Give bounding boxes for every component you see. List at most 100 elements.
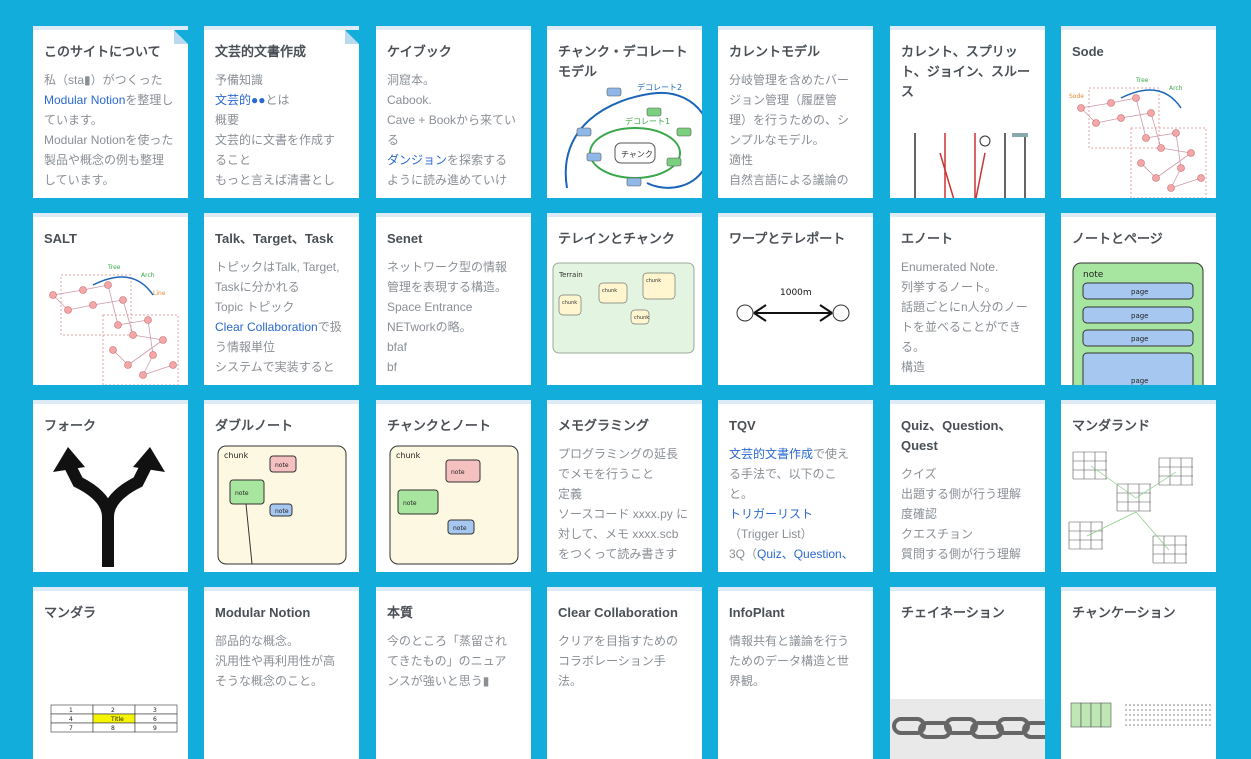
chunk-column (1100, 702, 1112, 728)
wiki-link[interactable]: 文芸的●● (215, 93, 266, 107)
excerpt-line: ンスが強いと思う▮ (387, 671, 521, 691)
excerpt-line: ダンジョンを探索する (387, 150, 521, 170)
note-card[interactable]: Quiz、Question、Quest クイズ 出題する側が行う理解 度確認 クエスチョ… (890, 400, 1045, 572)
excerpt-line: 私（sta▮）がつくった (44, 70, 178, 90)
note-card[interactable]: カレント、スプリット、ジョイン、スルース (890, 26, 1045, 198)
deco-node (646, 107, 662, 117)
wiki-link[interactable]: ダンジョン (387, 153, 447, 167)
note-card[interactable]: TQV 文芸的文書作成で使え る手法で、以下のこ と。 トリガーリスト （Trigger … (718, 400, 873, 572)
page-label: page (1131, 288, 1148, 296)
excerpt-line: Topic トピック (215, 297, 349, 317)
join-circle (979, 135, 991, 147)
excerpt-line: てきたもの」のニュア (387, 651, 521, 671)
note-card[interactable]: Clear Collaboration クリアを目指すための コラボレーション手 法。 (547, 587, 702, 759)
excerpt-text: る。 (901, 340, 926, 354)
card-title: InfoPlant (729, 605, 785, 620)
wiki-link[interactable]: Quiz、Question、 (757, 547, 854, 561)
excerpt-text: 概要 (215, 113, 240, 127)
note-card[interactable]: Talk、Target、Task トピックはTalk, Target, Taskに分… (204, 213, 359, 385)
excerpt-line: 文芸的●●とは (215, 90, 349, 110)
excerpt-line: 文芸的に文書を作成す (215, 130, 349, 150)
note-card[interactable]: エノート Enumerated Note. 列挙するノート。 話題ごとにn人分のノート… (890, 213, 1045, 385)
secondary-label: Sode (1069, 93, 1084, 100)
excerpt-line: 部品的な概念。 (215, 631, 349, 651)
wiki-link[interactable]: トリガーリスト (729, 507, 813, 521)
thumbnail-image: Terrain chunk chunk chunk chunk (552, 262, 695, 354)
chain-photo (890, 699, 1045, 759)
note-card[interactable]: マンダランド (1061, 400, 1216, 572)
note-card[interactable]: チャンク・デコレートモデル チャンク デコレート2 デコレート1 (547, 26, 702, 198)
tree-edge (1080, 102, 1112, 109)
note-card[interactable]: ワープとテレポート 1000m (718, 213, 873, 385)
card-thumbnail (33, 442, 188, 572)
excerpt-line: 理）を行うための、シ (729, 110, 863, 130)
excerpt-line: Cabook. (387, 90, 521, 110)
excerpt-text: （Trigger List） (729, 527, 813, 541)
excerpt-text: てきたもの」のニュア (387, 654, 507, 668)
mandala-cell-label: 8 (111, 725, 115, 732)
excerpt-line: （Trigger List） (729, 524, 863, 544)
excerpt-line: コラボレーション手 (558, 651, 692, 671)
excerpt-text: コラボレーション手 (558, 654, 666, 668)
excerpt-text: を整理し (125, 93, 174, 107)
note-card[interactable]: SALT Tree Arch Line (33, 213, 188, 385)
tree-node (49, 291, 57, 299)
card-title: マンダラ (44, 605, 97, 620)
note-card[interactable]: Modular Notion 部品的な概念。 汎用性や再利用性が高 そうな概念のこと。 (204, 587, 359, 759)
chunk-column (1090, 702, 1102, 728)
note-card[interactable]: Sode Tree Arch Sode (1061, 26, 1216, 198)
note-card[interactable]: チャンクとノート chunk note note note (376, 400, 531, 572)
tree-node (159, 336, 167, 344)
arch-label: Arch (141, 272, 155, 279)
note-card[interactable]: マンダラ 1 2 3 4 Title 6 7 8 9 (33, 587, 188, 759)
note-card[interactable]: ノートとページ note page page page page (1061, 213, 1216, 385)
note-card[interactable]: ケイブック 洞窟本。 Cabook. Cave + Bookから来ているダンジョンを探… (376, 26, 531, 198)
secondary-label: Line (153, 290, 166, 297)
excerpt-text: で扱 (317, 320, 342, 334)
thumbnail-image (890, 699, 1045, 759)
note-card[interactable]: ダブルノート chunk note note note (204, 400, 359, 572)
deco-node (576, 127, 592, 137)
note-card[interactable]: メモグラミング プログラミングの延長 でメモを行うこと 定義 ソースコード xxxx.p… (547, 400, 702, 572)
excerpt-text: でメモを行うこと (558, 467, 655, 481)
note-card[interactable]: 文芸的文書作成 予備知識 文芸的●●とは 概要 文芸的に文書を作成す ること もっと言えば清… (204, 26, 359, 198)
excerpt-line: Cave + Bookから来てい (387, 110, 521, 130)
excerpt-line: しています。 (44, 170, 178, 190)
note-card[interactable]: 本質 今のところ「蒸留され てきたもの」のニュア ンスが強いと思う▮ (376, 587, 531, 759)
deco-node (626, 177, 642, 187)
excerpt-line: ように読み進めていけ (387, 170, 521, 190)
thumbnail-image: チャンク デコレート2 デコレート1 (564, 82, 702, 189)
card-thumbnail: note page page page page (1061, 255, 1216, 385)
card-excerpt: 文芸的文書作成で使え る手法で、以下のこ と。 トリガーリスト （Trigger Lis… (729, 444, 863, 564)
excerpt-line: NETworkの略。 (387, 317, 521, 337)
note-card[interactable]: テレインとチャンク Terrain chunk chunk chunk chunk (547, 213, 702, 385)
wiki-link[interactable]: 文芸的文書作成 (729, 447, 813, 461)
note-card[interactable]: カレントモデル 分岐管理を含めたバー ジョン管理（履歴管 理）を行うための、シ ンプルな… (718, 26, 873, 198)
note-card[interactable]: フォーク (33, 400, 188, 572)
excerpt-line: もっと言えば清書とし (215, 170, 349, 190)
wiki-link[interactable]: Modular Notion (44, 93, 125, 107)
tree-edge (117, 319, 149, 326)
card-title: チャンケーション (1072, 605, 1176, 620)
card-title: Clear Collaboration (558, 605, 678, 620)
note-card[interactable]: このサイトについて 私（sta▮）がつくった Modular Notionを整理して… (33, 26, 188, 198)
wiki-link[interactable]: Clear Collaboration (215, 320, 318, 334)
chunk-label: chunk (224, 451, 249, 460)
excerpt-text: 私（sta▮）がつくった (44, 73, 163, 87)
excerpt-line: 分岐管理を含めたバー (729, 70, 863, 90)
note-card[interactable]: Senet ネットワーク型の情報 管理を表現する構造。 Space Entrance N… (376, 213, 531, 385)
excerpt-line: Clear Collaborationで扱 (215, 317, 349, 337)
note-card[interactable]: チャンケーション (1061, 587, 1216, 759)
excerpt-line: ジョン管理（履歴管 (729, 90, 863, 110)
card-title: カレント、スプリット、ジョイン、スルース (901, 44, 1030, 99)
excerpt-line: 対して、メモ xxxx.scb (558, 524, 692, 544)
excerpt-text: NETworkの略。 (387, 320, 472, 334)
chunk-label: chunk (634, 315, 649, 321)
note-card[interactable]: チェイネーション (890, 587, 1045, 759)
excerpt-line: クエスチョン (901, 524, 1035, 544)
mandala-grid (1068, 521, 1103, 550)
note-card[interactable]: InfoPlant 情報共有と議論を行う ためのデータ構造と世 界観。 (718, 587, 873, 759)
tree-node (1167, 184, 1175, 192)
card-title: TQV (729, 418, 756, 433)
tree-edge (127, 339, 164, 366)
